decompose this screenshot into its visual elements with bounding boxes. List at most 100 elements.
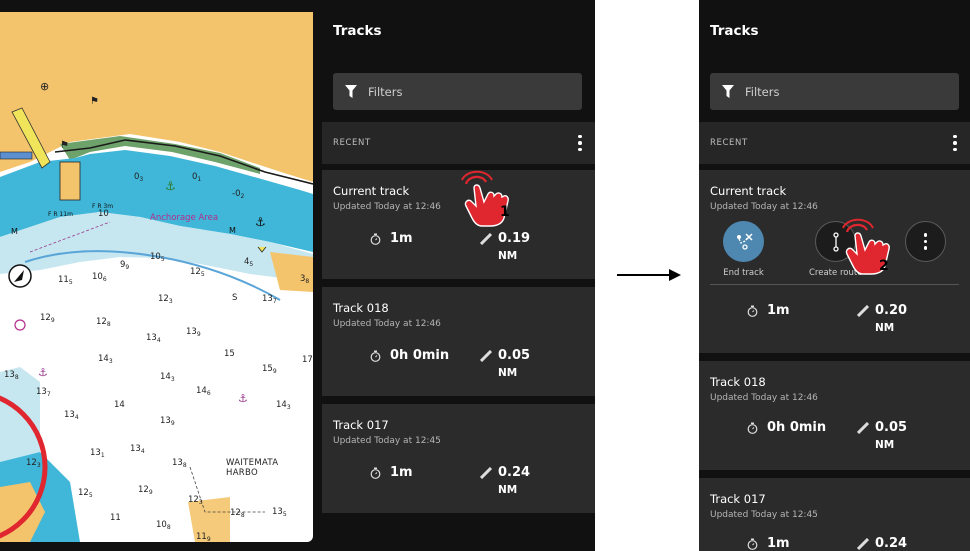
- depth-sounding: 123: [188, 495, 203, 506]
- track-distance: 0.05 NM: [857, 420, 907, 451]
- more-options-icon[interactable]: [571, 133, 589, 153]
- depth-sounding: 03: [134, 172, 144, 183]
- track-duration-value: 0h 0min: [390, 348, 450, 363]
- track-card-017[interactable]: Track 017 Updated Today at 12:45 1m 0.24: [699, 478, 970, 551]
- funnel-icon: [345, 85, 357, 98]
- step-number: 2: [879, 258, 889, 274]
- track-distance-unit: NM: [875, 322, 895, 334]
- end-track-button[interactable]: End track: [723, 221, 764, 278]
- svg-text:⚑: ⚑: [60, 140, 69, 151]
- depth-sounding: 125: [190, 267, 205, 278]
- track-duration: 1m: [747, 303, 790, 318]
- depth-sounding: 138: [4, 370, 19, 381]
- screen-before: ⊕ ⚑ ⚑ ⚓ ⚓ ⚓ ⚓ Anchorage Area WAITEMATA H…: [0, 0, 595, 551]
- stopwatch-icon: [370, 467, 381, 479]
- depth-sounding: 14: [114, 400, 125, 410]
- depth-sounding: 139: [160, 416, 175, 427]
- track-duration-value: 1m: [390, 465, 413, 480]
- depth-sounding: 123: [26, 458, 41, 469]
- track-distance-unit: NM: [498, 484, 518, 496]
- depth-sounding: 138: [172, 458, 187, 469]
- depth-sounding: 01: [192, 172, 202, 183]
- depth-sounding: 115: [58, 275, 73, 286]
- svg-text:⚓: ⚓: [255, 215, 266, 229]
- track-card-current-expanded[interactable]: Current track Updated Today at 12:46 End…: [699, 170, 970, 353]
- recent-section-header: RECENT: [699, 122, 970, 164]
- depth-sounding: 143: [276, 400, 291, 411]
- track-card-018[interactable]: Track 018 Updated Today at 12:46 0h 0min…: [322, 287, 595, 396]
- arrow-right-icon: [617, 269, 681, 281]
- svg-text:⚓: ⚓: [38, 366, 48, 379]
- depth-sounding: 134: [64, 410, 79, 421]
- recent-section-header: RECENT: [322, 122, 595, 164]
- chart-label-m: M: [11, 227, 18, 236]
- track-distance-unit: NM: [498, 250, 518, 262]
- more-actions-button[interactable]: [905, 221, 946, 262]
- track-distance: 0.05 NM: [480, 348, 530, 379]
- stopwatch-icon: [747, 422, 758, 434]
- filters-button[interactable]: Filters: [710, 73, 959, 110]
- depth-sounding: 17: [302, 355, 313, 365]
- track-updated: Updated Today at 12:45: [333, 436, 441, 446]
- depth-sounding: 105: [150, 252, 165, 263]
- filters-label: Filters: [368, 84, 403, 99]
- track-duration: 1m: [370, 465, 413, 480]
- depth-sounding: 146: [196, 386, 211, 397]
- depth-sounding: 134: [130, 444, 145, 455]
- ruler-icon: [857, 304, 869, 317]
- chart-label-anchorage: Anchorage Area: [150, 213, 219, 223]
- track-name: Track 018: [333, 301, 389, 315]
- depth-sounding: 11: [110, 513, 121, 523]
- depth-sounding: 128: [230, 508, 245, 519]
- track-distance-value: 0.19: [498, 231, 531, 246]
- track-duration: 1m: [370, 231, 413, 246]
- depth-sounding: 99: [120, 260, 130, 271]
- end-track-circle[interactable]: [723, 221, 764, 262]
- ruler-icon: [480, 349, 492, 362]
- track-card-017[interactable]: Track 017 Updated Today at 12:45 1m 0.24…: [322, 404, 595, 513]
- svg-text:⊕: ⊕: [40, 80, 49, 93]
- svg-text:⚓: ⚓: [165, 179, 176, 193]
- panel-title: Tracks: [333, 23, 382, 39]
- track-updated: Updated Today at 12:46: [333, 202, 441, 212]
- depth-sounding: 129: [138, 485, 153, 496]
- card-divider: [710, 284, 959, 285]
- track-card-018[interactable]: Track 018 Updated Today at 12:46 0h 0min…: [699, 361, 970, 470]
- stopwatch-icon: [370, 233, 381, 245]
- stopwatch-icon: [747, 305, 758, 317]
- end-track-icon: [736, 232, 753, 250]
- depth-sounding: 45: [244, 257, 254, 268]
- track-distance-value: 0.05: [498, 348, 531, 363]
- depth-sounding: 143: [160, 372, 175, 383]
- more-actions-circle[interactable]: [905, 221, 946, 262]
- depth-sounding: 108: [156, 520, 171, 531]
- depth-sounding: 137: [262, 294, 277, 305]
- track-distance-value: 0.05: [875, 420, 908, 435]
- filters-button[interactable]: Filters: [333, 73, 582, 110]
- track-distance-value: 0.20: [875, 303, 908, 318]
- track-duration-value: 1m: [767, 303, 790, 318]
- chart-label-m-2: M: [229, 226, 236, 235]
- depth-sounding: 119: [196, 532, 211, 542]
- tracks-panel-before: Tracks Filters RECENT Current track Upda…: [322, 0, 595, 551]
- stopwatch-icon: [747, 538, 758, 550]
- depth-sounding: 15: [224, 349, 235, 359]
- track-duration: 0h 0min: [370, 348, 449, 363]
- end-track-label: End track: [723, 268, 764, 278]
- panel-title: Tracks: [710, 23, 759, 39]
- depth-sounding: 128: [96, 317, 111, 328]
- track-duration-value: 0h 0min: [767, 420, 827, 435]
- track-duration: 0h 0min: [747, 420, 826, 435]
- track-updated: Updated Today at 12:46: [710, 393, 818, 403]
- track-distance-value: 0.24: [875, 536, 908, 551]
- track-name: Track 017: [710, 492, 766, 506]
- track-distance: 0.24: [857, 536, 907, 551]
- track-name: Current track: [710, 184, 787, 198]
- depth-sounding: 10: [98, 209, 109, 219]
- depth-sounding: 159: [262, 364, 277, 375]
- more-options-icon[interactable]: [946, 133, 964, 153]
- track-distance: 0.19 NM: [480, 231, 530, 262]
- nautical-chart[interactable]: ⊕ ⚑ ⚑ ⚓ ⚓ ⚓ ⚓ Anchorage Area WAITEMATA H…: [0, 12, 313, 542]
- depth-sounding: 38: [300, 274, 310, 285]
- step-number: 1: [500, 204, 510, 220]
